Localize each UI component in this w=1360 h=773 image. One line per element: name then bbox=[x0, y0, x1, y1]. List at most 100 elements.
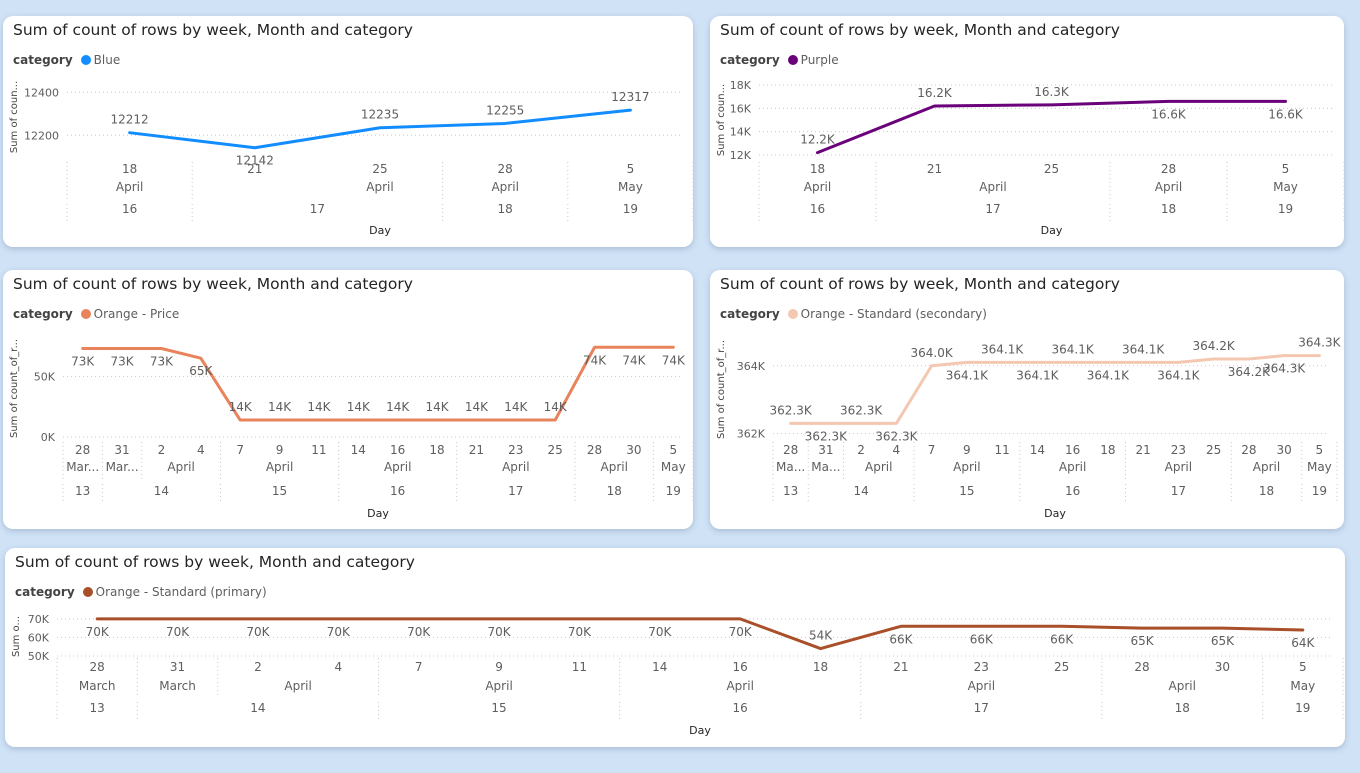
data-label: 70K bbox=[568, 625, 592, 639]
x-tick-label: 7 bbox=[415, 660, 423, 674]
data-label: 70K bbox=[327, 625, 351, 639]
x-axis-title: Day bbox=[1041, 224, 1063, 237]
y-tick-label: 60K bbox=[28, 631, 50, 644]
month-label: Mar... bbox=[106, 460, 139, 474]
x-tick-label: 23 bbox=[974, 660, 989, 674]
x-tick-label: 5 bbox=[669, 443, 677, 457]
data-label: 70K bbox=[86, 625, 110, 639]
y-tick-label: 18K bbox=[730, 79, 752, 92]
month-label: March bbox=[159, 679, 196, 693]
month-label: April bbox=[1059, 460, 1086, 474]
data-label: 73K bbox=[71, 354, 95, 368]
x-tick-label: 11 bbox=[572, 660, 587, 674]
data-label: 66K bbox=[970, 632, 994, 646]
month-label: April bbox=[1169, 679, 1196, 693]
month-label: Ma... bbox=[776, 460, 805, 474]
x-tick-label: 18 bbox=[810, 162, 825, 176]
data-label: 12235 bbox=[361, 108, 399, 122]
x-tick-label: 7 bbox=[236, 443, 244, 457]
x-tick-label: 25 bbox=[1044, 162, 1059, 176]
data-label: 70K bbox=[729, 625, 753, 639]
data-label: 14K bbox=[268, 400, 292, 414]
month-label: April bbox=[167, 460, 194, 474]
month-label: April bbox=[266, 460, 293, 474]
series-line[interactable] bbox=[95, 617, 1305, 651]
week-label: 13 bbox=[783, 484, 798, 498]
data-label: 362.3K bbox=[805, 429, 848, 443]
data-label: 364.1K bbox=[1122, 342, 1165, 356]
week-label: 19 bbox=[666, 484, 681, 498]
x-tick-label: 21 bbox=[1135, 443, 1150, 457]
month-label: March bbox=[79, 679, 116, 693]
x-tick-label: 23 bbox=[1171, 443, 1186, 457]
x-tick-label: 4 bbox=[334, 660, 342, 674]
week-label: 17 bbox=[508, 484, 523, 498]
chart-plot[interactable]: Sum o... 50K 60K 70K 70K 70K 70K 70K 70K 70K 70K 70… bbox=[5, 548, 1345, 747]
x-tick-label: 28 bbox=[783, 443, 798, 457]
month-label: May bbox=[661, 460, 686, 474]
month-label: April bbox=[804, 180, 831, 194]
y-tick-label: 12K bbox=[730, 149, 752, 162]
data-label: 16.6K bbox=[1151, 107, 1187, 121]
chart-plot[interactable]: Sum of count_of_r... 0K 50K 73K 73K 73K 65K 14K… bbox=[3, 270, 693, 529]
month-label: May bbox=[1307, 460, 1332, 474]
week-label: 19 bbox=[1312, 484, 1327, 498]
data-label: 14K bbox=[229, 400, 253, 414]
chart-card-blue[interactable]: Sum of count of rows by week, Month and … bbox=[3, 16, 693, 247]
y-tick-label: 364K bbox=[737, 360, 766, 373]
week-label: 16 bbox=[122, 202, 137, 216]
chart-card-orange-standard-primary[interactable]: Sum of count of rows by week, Month and … bbox=[5, 548, 1345, 747]
x-tick-label: 30 bbox=[626, 443, 641, 457]
data-label: 65K bbox=[1211, 634, 1235, 648]
y-tick-label: 16K bbox=[730, 102, 752, 115]
data-label: 14K bbox=[386, 400, 410, 414]
x-tick-label: 25 bbox=[548, 443, 563, 457]
chart-plot[interactable]: Sum of coun... 12K 14K 16K 18K 12.2K 16.2K 16.3… bbox=[710, 16, 1344, 247]
data-label: 16.6K bbox=[1268, 107, 1304, 121]
y-axis-title: Sum of coun... bbox=[716, 84, 727, 156]
month-label: April bbox=[491, 180, 518, 194]
data-label: 12212 bbox=[111, 113, 149, 127]
x-tick-label: 28 bbox=[1134, 660, 1149, 674]
x-axis-title: Day bbox=[369, 224, 391, 237]
chart-card-orange-price[interactable]: Sum of count of rows by week, Month and … bbox=[3, 270, 693, 529]
month-label: April bbox=[116, 180, 143, 194]
chart-card-purple[interactable]: Sum of count of rows by week, Month and … bbox=[710, 16, 1344, 247]
x-tick-label: 31 bbox=[114, 443, 129, 457]
data-label: 362.3K bbox=[840, 403, 883, 417]
chart-card-orange-standard-secondary[interactable]: Sum of count of rows by week, Month and … bbox=[710, 270, 1344, 529]
x-tick-label: 14 bbox=[652, 660, 667, 674]
week-label: 14 bbox=[853, 484, 868, 498]
data-label: 54K bbox=[809, 629, 833, 643]
x-tick-label: 28 bbox=[90, 660, 105, 674]
x-tick-label: 18 bbox=[429, 443, 444, 457]
series-line[interactable] bbox=[816, 99, 1287, 155]
data-label: 12.2K bbox=[800, 133, 836, 147]
x-tick-label: 31 bbox=[818, 443, 833, 457]
data-label: 364.1K bbox=[1087, 368, 1130, 382]
x-tick-label: 25 bbox=[1054, 660, 1069, 674]
x-tick-label: 14 bbox=[1030, 443, 1045, 457]
x-tick-label: 2 bbox=[254, 660, 262, 674]
y-tick-label: 70K bbox=[28, 613, 50, 626]
y-tick-label: 362K bbox=[737, 428, 766, 441]
data-label: 364.3K bbox=[1298, 336, 1341, 350]
data-label: 14K bbox=[347, 400, 371, 414]
week-label: 18 bbox=[498, 202, 513, 216]
month-label: April bbox=[384, 460, 411, 474]
data-label: 14K bbox=[465, 400, 489, 414]
data-label: 364.1K bbox=[1052, 342, 1095, 356]
y-tick-label: 50K bbox=[28, 650, 50, 663]
data-label: 364.1K bbox=[981, 342, 1024, 356]
chart-plot[interactable]: Sum of coun... 1220012400122121214212235 1… bbox=[3, 16, 693, 247]
x-axis-title: Day bbox=[689, 724, 711, 737]
x-tick-label: 18 bbox=[122, 162, 137, 176]
week-label: 18 bbox=[1175, 701, 1190, 715]
chart-plot[interactable]: Sum of count_of_r... 362K 364K 362.3K 362.3K… bbox=[710, 270, 1344, 529]
week-label: 17 bbox=[985, 202, 1000, 216]
week-label: 19 bbox=[623, 202, 638, 216]
x-tick-label: 21 bbox=[893, 660, 908, 674]
month-label: April bbox=[1165, 460, 1192, 474]
x-tick-label: 4 bbox=[893, 443, 901, 457]
month-label: April bbox=[968, 679, 995, 693]
